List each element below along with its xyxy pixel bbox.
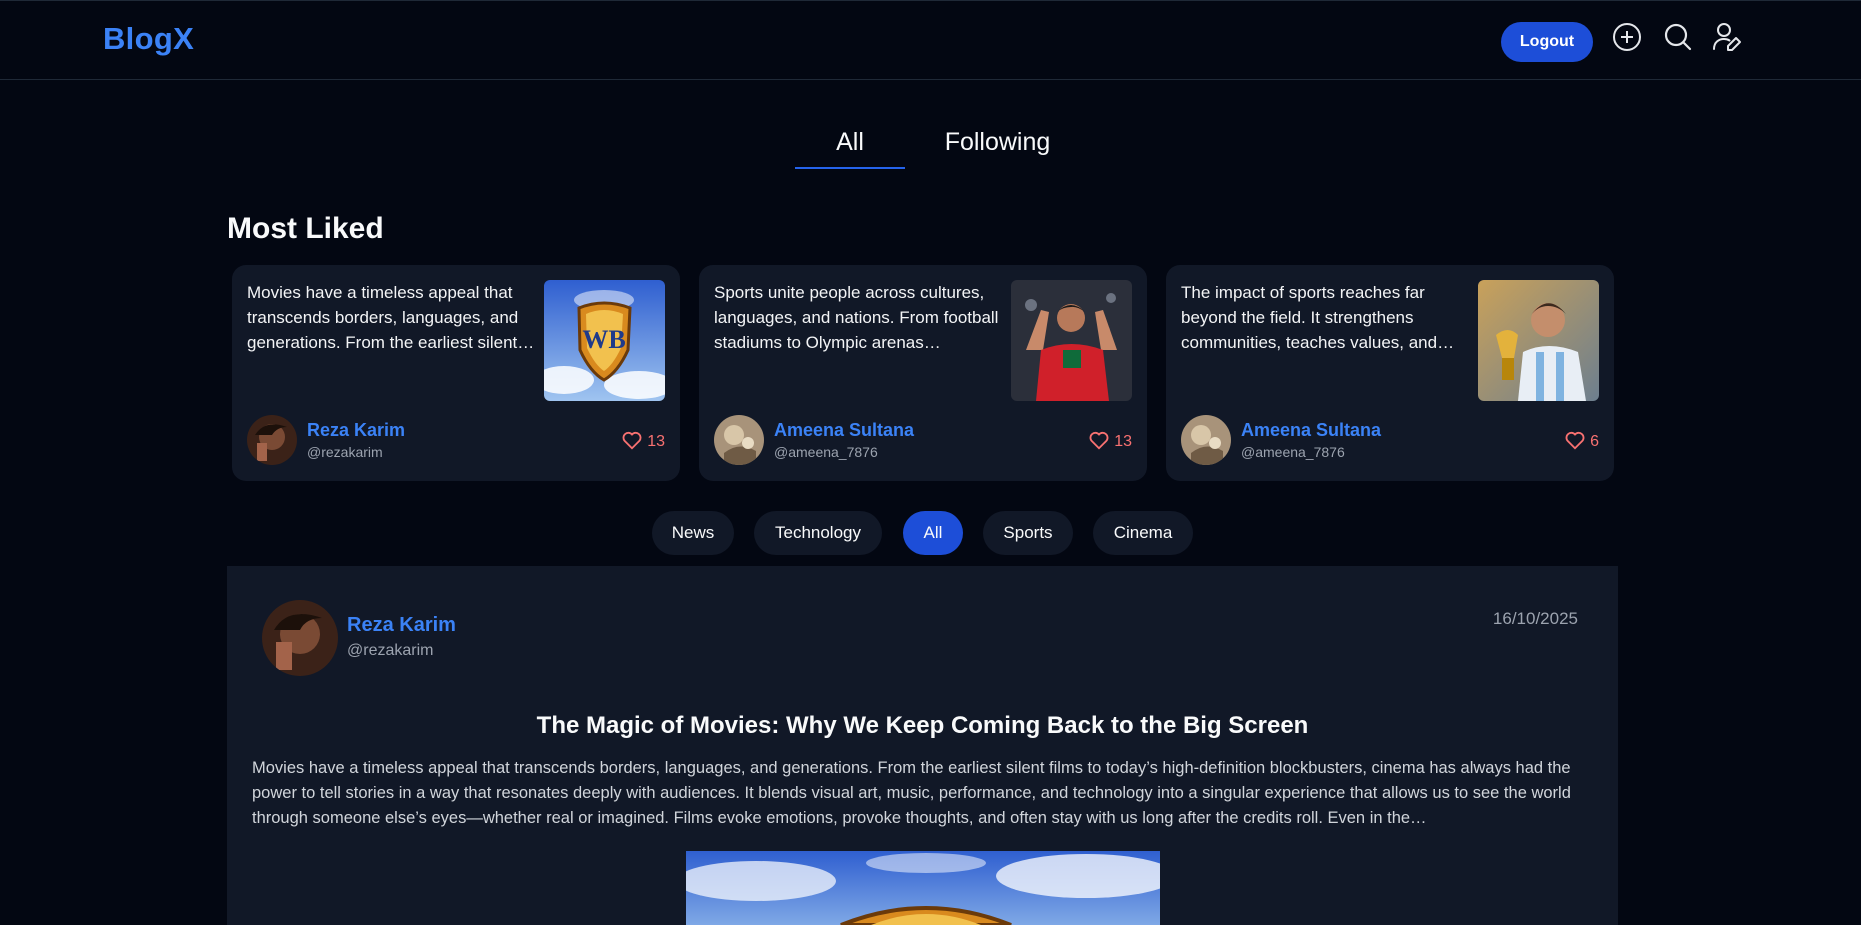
like-count: 6 [1590, 433, 1599, 450]
add-post-icon[interactable] [1611, 21, 1643, 53]
most-liked-card[interactable]: The impact of sports reaches far beyond … [1166, 265, 1614, 481]
svg-text:WB: WB [582, 325, 625, 354]
heart-icon[interactable] [1564, 429, 1586, 456]
category-chip-all[interactable]: All [903, 511, 963, 555]
avatar[interactable] [714, 415, 764, 465]
like-count: 13 [1114, 433, 1132, 450]
top-navbar: BlogX Logout [0, 0, 1861, 80]
card-thumbnail [1478, 280, 1599, 401]
card-thumbnail [1011, 280, 1132, 401]
logout-button[interactable]: Logout [1501, 22, 1593, 62]
author-handle: @rezakarim [307, 444, 383, 460]
tab-following[interactable]: Following [930, 128, 1065, 157]
most-liked-heading: Most Liked [227, 212, 384, 245]
author-name[interactable]: Reza Karim [307, 420, 405, 441]
post-image [686, 851, 1160, 925]
post-date: 16/10/2025 [1492, 609, 1578, 628]
avatar[interactable] [262, 600, 338, 676]
search-icon[interactable] [1662, 21, 1694, 53]
author-name[interactable]: Ameena Sultana [1241, 420, 1381, 441]
feed-tabs: All Following [0, 128, 1861, 174]
card-excerpt: Sports unite people across cultures, lan… [714, 283, 999, 352]
like-counter[interactable]: 13 [1088, 430, 1132, 454]
author-name[interactable]: Reza Karim [347, 614, 456, 637]
most-liked-card[interactable]: Sports unite people across cultures, lan… [699, 265, 1147, 481]
card-thumbnail: WB [544, 280, 665, 401]
most-liked-card[interactable]: Movies have a timeless appeal that trans… [232, 265, 680, 481]
category-chip-technology[interactable]: Technology [754, 511, 882, 555]
post-card[interactable]: Reza Karim @rezakarim 16/10/2025 The Mag… [227, 566, 1618, 925]
heart-icon[interactable] [621, 429, 643, 456]
heart-icon[interactable] [1088, 429, 1110, 456]
profile-edit-icon[interactable] [1711, 21, 1743, 53]
avatar[interactable] [247, 415, 297, 465]
card-excerpt: Movies have a timeless appeal that trans… [247, 283, 535, 352]
brand-logo[interactable]: BlogX [103, 21, 194, 57]
like-counter[interactable]: 13 [621, 430, 665, 454]
author-handle: @ameena_7876 [774, 444, 878, 460]
post-title[interactable]: The Magic of Movies: Why We Keep Coming … [227, 712, 1618, 740]
author-handle: @ameena_7876 [1241, 444, 1345, 460]
author-handle: @rezakarim [347, 642, 434, 659]
post-body: Movies have a timeless appeal that trans… [252, 759, 1571, 827]
category-chip-news[interactable]: News [652, 511, 734, 555]
avatar[interactable] [1181, 415, 1231, 465]
card-excerpt: The impact of sports reaches far beyond … [1181, 283, 1455, 352]
like-count: 13 [647, 433, 665, 450]
category-chip-sports[interactable]: Sports [983, 511, 1073, 555]
tab-all[interactable]: All [795, 128, 905, 169]
category-chip-cinema[interactable]: Cinema [1093, 511, 1193, 555]
author-name[interactable]: Ameena Sultana [774, 420, 914, 441]
like-counter[interactable]: 6 [1564, 430, 1599, 454]
